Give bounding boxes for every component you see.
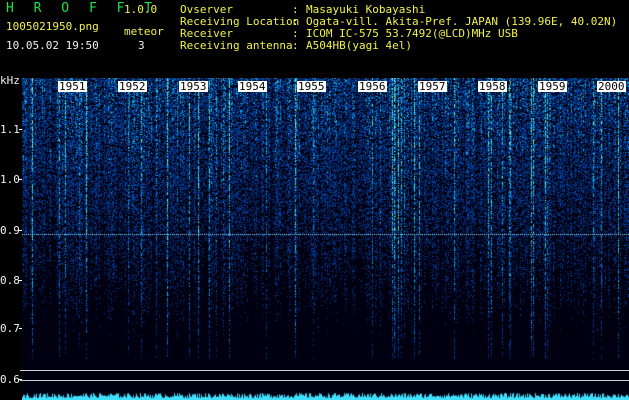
- tick-0.8: [19, 280, 22, 281]
- x-label-1958: 1958: [478, 80, 507, 93]
- y-label-0.6: 0.6: [0, 373, 20, 386]
- antenna-colon: :: [292, 39, 299, 52]
- x-label-2000: 2000: [597, 80, 626, 93]
- app-version: 1.0.0: [124, 3, 158, 16]
- y-label-0.9: 0.9: [0, 224, 20, 237]
- y-label-0.7: 0.7: [0, 322, 20, 335]
- file-name: 1005021950.png: [6, 20, 99, 33]
- meteor-label: meteor: [124, 25, 164, 38]
- tick-1.1: [19, 129, 22, 130]
- x-label-1954: 1954: [238, 80, 267, 93]
- antenna-value: A504HB(yagi 4el): [306, 39, 412, 52]
- x-label-1959: 1959: [538, 80, 567, 93]
- tick-1.0: [19, 179, 22, 180]
- header-panel: H R O F F T 1.0.0 1005021950.png meteor …: [0, 0, 629, 78]
- spectrogram: [22, 78, 629, 400]
- tick-0.7: [19, 328, 22, 329]
- axis-unit: kHz: [0, 74, 20, 87]
- frequency-axis: kHz 1.1 1.0 0.9 0.8 0.7 0.6: [0, 74, 22, 400]
- reference-line-upper: [20, 370, 629, 371]
- y-label-0.8: 0.8: [0, 274, 20, 287]
- y-label-1.1: 1.1: [0, 123, 20, 136]
- tick-0.9: [19, 230, 22, 231]
- meteor-count: 3: [138, 39, 145, 52]
- reference-line-lower: [20, 380, 629, 381]
- x-label-1951: 1951: [58, 80, 87, 93]
- x-label-1955: 1955: [297, 80, 326, 93]
- y-label-1.0: 1.0: [0, 173, 20, 186]
- x-label-1953: 1953: [179, 80, 208, 93]
- x-label-1956: 1956: [358, 80, 387, 93]
- x-label-1952: 1952: [118, 80, 147, 93]
- capture-datetime: 10.05.02 19:50: [6, 39, 99, 52]
- antenna-label: Receiving antenna: [180, 39, 293, 52]
- x-label-1957: 1957: [418, 80, 447, 93]
